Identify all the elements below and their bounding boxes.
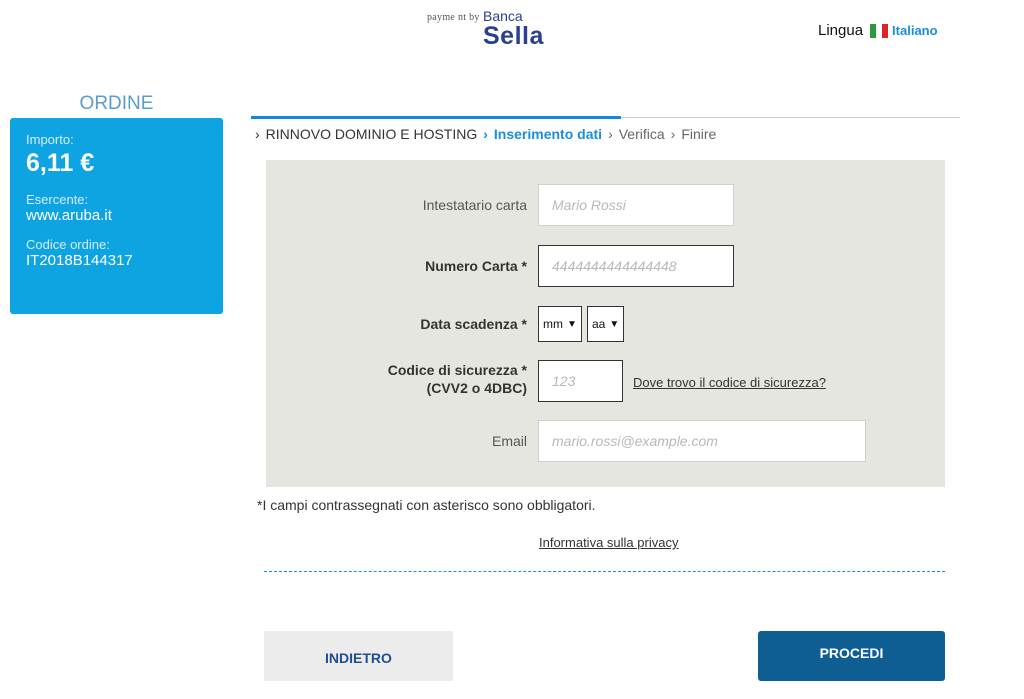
required-fields-note: *I campi contrassegnati con asterisco so…	[257, 497, 596, 513]
merchant-value: www.aruba.it	[26, 207, 112, 224]
chevron-right-icon: ›	[255, 126, 260, 142]
amount-label: Importo:	[26, 132, 74, 147]
divider	[264, 571, 945, 572]
brand-main: Sella	[483, 22, 544, 50]
order-title: ORDINE	[79, 93, 154, 114]
language-label: Lingua	[818, 22, 864, 39]
expiry-year-value: aa	[592, 317, 606, 331]
merchant-label: Esercente:	[26, 192, 89, 207]
chevron-down-icon: ▼	[609, 318, 620, 330]
card-holder-input[interactable]: Mario Rossi	[538, 184, 734, 226]
breadcrumb: › RINNOVO DOMINIO E HOSTING › Inseriment…	[255, 126, 716, 142]
breadcrumb-step-4: Finire	[681, 126, 717, 142]
italy-flag-icon	[870, 23, 889, 38]
language-selector[interactable]: Lingua Italiano	[818, 22, 938, 39]
order-code-value: IT2018B144317	[26, 252, 133, 269]
cvv-label-line2: (CVV2 o 4DBC)	[426, 380, 527, 396]
email-label: Email	[491, 433, 527, 449]
chevron-right-icon: ›	[608, 126, 613, 142]
expiry-label: Data scadenza *	[420, 316, 527, 332]
chevron-right-icon: ›	[483, 126, 488, 142]
banca-sella-logo: payme nt by Banca Sella	[425, 6, 555, 50]
card-holder-label: Intestatario carta	[422, 197, 527, 213]
chevron-right-icon: ›	[670, 126, 676, 142]
order-summary: Importo: 6,11 € Esercente: www.aruba.it …	[10, 118, 223, 314]
breadcrumb-step-1: RINNOVO DOMINIO E HOSTING	[265, 126, 478, 142]
chevron-down-icon: ▼	[567, 318, 577, 330]
language-value[interactable]: Italiano	[892, 23, 938, 38]
order-code-label: Codice ordine:	[26, 237, 110, 252]
cvv-label: Codice di sicurezza * (CVV2 o 4DBC)	[360, 361, 527, 397]
breadcrumb-step-2: Inserimento dati	[493, 126, 603, 142]
cvv-label-line1: Codice di sicurezza *	[387, 362, 527, 378]
cvv-input[interactable]: 123	[538, 360, 623, 402]
card-number-label: Numero Carta *	[425, 258, 527, 274]
privacy-link[interactable]: Informativa sulla privacy	[539, 535, 678, 550]
amount-value: 6,11 €	[26, 149, 95, 177]
expiry-year-select[interactable]: aa ▼	[587, 306, 624, 342]
cvv-help-link[interactable]: Dove trovo il codice di sicurezza?	[633, 375, 826, 390]
expiry-month-select[interactable]: mm ▼	[538, 306, 582, 342]
payment-by-label: payme nt by	[427, 12, 480, 23]
expiry-month-value: mm	[543, 317, 563, 331]
back-button[interactable]: INDIETRO	[264, 631, 453, 681]
proceed-button[interactable]: PROCEDI	[758, 631, 945, 681]
card-number-input[interactable]: 4444444444444448	[538, 245, 734, 287]
email-input[interactable]: mario.rossi@example.com	[538, 420, 866, 462]
breadcrumb-step-3: Verifica	[618, 126, 665, 142]
progress-fill	[251, 116, 621, 119]
